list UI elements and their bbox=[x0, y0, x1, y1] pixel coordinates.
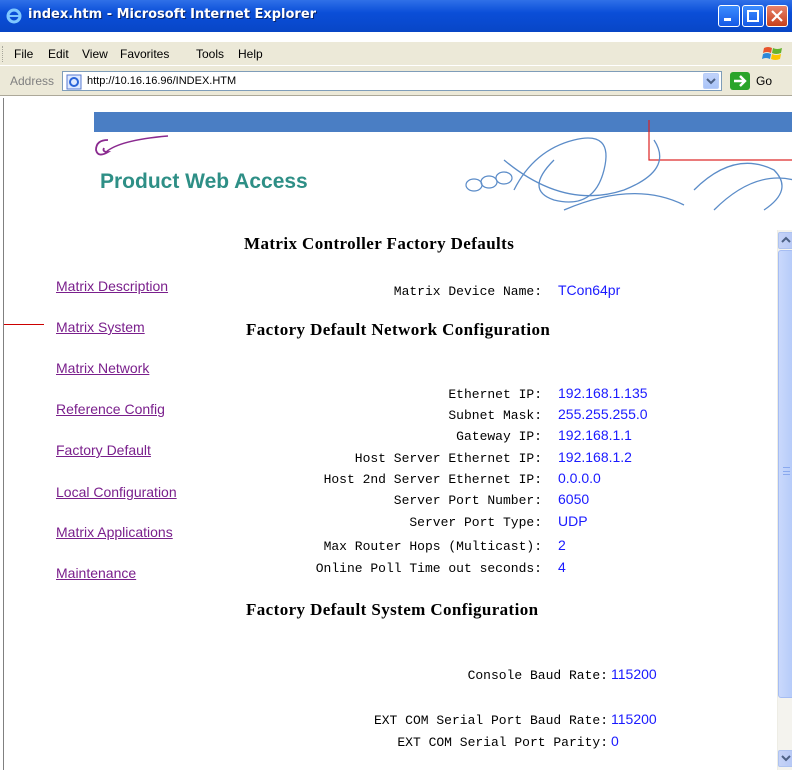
ethernet-ip-label: Ethernet IP: bbox=[448, 387, 542, 402]
max-router-hops-value: 2 bbox=[558, 537, 566, 553]
subnet-mask-label: Subnet Mask: bbox=[448, 408, 542, 423]
windows-logo-icon bbox=[762, 47, 782, 60]
scroll-down-button[interactable] bbox=[778, 750, 792, 767]
nav-link-maintenance[interactable]: Maintenance bbox=[56, 565, 136, 581]
menu-view[interactable]: View bbox=[82, 47, 108, 61]
host-2nd-server-ip-label: Host 2nd Server Ethernet IP: bbox=[323, 472, 542, 487]
nav-link-reference-config[interactable]: Reference Config bbox=[56, 401, 165, 417]
main-heading: Matrix Controller Factory Defaults bbox=[244, 234, 515, 253]
go-button[interactable] bbox=[730, 72, 750, 90]
gateway-ip-label: Gateway IP: bbox=[456, 429, 542, 444]
maximize-icon bbox=[747, 10, 759, 22]
nav-link-local-configuration[interactable]: Local Configuration bbox=[56, 484, 177, 500]
online-poll-timeout-label: Online Poll Time out seconds: bbox=[315, 561, 542, 576]
chevron-down-icon bbox=[781, 755, 791, 762]
address-label: Address bbox=[10, 74, 55, 88]
nav-link-matrix-description[interactable]: Matrix Description bbox=[56, 278, 168, 294]
console-baud-rate-label: Console Baud Rate: bbox=[467, 668, 608, 683]
menu-tools[interactable]: Tools bbox=[196, 47, 224, 61]
address-input[interactable]: http://10.16.16.96/INDEX.HTM bbox=[62, 71, 722, 91]
subnet-mask-value: 255.255.255.0 bbox=[558, 406, 648, 422]
ext-com-parity-label: EXT COM Serial Port Parity: bbox=[397, 735, 608, 750]
device-name-value: TCon64pr bbox=[558, 282, 621, 298]
nav-link-matrix-system[interactable]: Matrix System bbox=[56, 319, 145, 335]
address-url: http://10.16.16.96/INDEX.HTM bbox=[87, 75, 237, 87]
toolbar-grip[interactable] bbox=[2, 46, 5, 62]
close-icon bbox=[771, 10, 783, 22]
server-port-number-value: 6050 bbox=[558, 491, 590, 507]
nav-link-matrix-applications[interactable]: Matrix Applications bbox=[56, 524, 173, 540]
menu-help[interactable]: Help bbox=[238, 47, 263, 61]
chevron-up-icon bbox=[781, 236, 791, 243]
ext-com-parity-value: 0 bbox=[611, 733, 619, 749]
nav-link-factory-default[interactable]: Factory Default bbox=[56, 442, 151, 458]
gateway-ip-value: 192.168.1.1 bbox=[558, 427, 632, 443]
minimize-button[interactable] bbox=[718, 5, 740, 27]
host-server-ip-value: 192.168.1.2 bbox=[558, 449, 632, 465]
product-title: Product Web Access bbox=[100, 170, 308, 193]
scroll-up-button[interactable] bbox=[778, 232, 792, 249]
active-marker bbox=[4, 324, 44, 325]
device-name-label: Matrix Device Name: bbox=[393, 284, 542, 299]
vertical-scrollbar[interactable] bbox=[777, 230, 792, 770]
host-server-ip-label: Host Server Ethernet IP: bbox=[354, 451, 542, 466]
chevron-down-icon bbox=[706, 78, 716, 85]
maximize-button[interactable] bbox=[742, 5, 764, 27]
go-label[interactable]: Go bbox=[756, 74, 772, 88]
ext-com-baud-rate-label: EXT COM Serial Port Baud Rate: bbox=[373, 713, 608, 728]
close-button[interactable] bbox=[766, 5, 788, 27]
ethernet-ip-value: 192.168.1.135 bbox=[558, 385, 648, 401]
menu-favorites[interactable]: Favorites bbox=[120, 47, 169, 61]
online-poll-timeout-value: 4 bbox=[558, 559, 566, 575]
ie-page-icon bbox=[66, 74, 82, 90]
go-arrow-icon bbox=[734, 75, 747, 87]
server-port-number-label: Server Port Number: bbox=[393, 493, 542, 508]
nav-link-matrix-network[interactable]: Matrix Network bbox=[56, 360, 149, 376]
minimize-icon bbox=[724, 18, 731, 21]
console-baud-rate-value: 115200 bbox=[611, 666, 657, 682]
system-heading: Factory Default System Configuration bbox=[246, 600, 539, 619]
menu-edit[interactable]: Edit bbox=[48, 47, 69, 61]
ext-com-baud-rate-value: 115200 bbox=[611, 711, 657, 727]
menu-bar: File Edit View Favorites Tools Help bbox=[0, 42, 792, 66]
address-bar: Address http://10.16.16.96/INDEX.HTM Go bbox=[0, 66, 792, 96]
window-title: index.htm - Microsoft Internet Explorer bbox=[28, 7, 317, 22]
host-2nd-server-ip-value: 0.0.0.0 bbox=[558, 470, 601, 486]
max-router-hops-label: Max Router Hops (Multicast): bbox=[323, 539, 542, 554]
server-port-type-label: Server Port Type: bbox=[409, 515, 542, 530]
server-port-type-value: UDP bbox=[558, 513, 588, 529]
scrollbar-thumb[interactable] bbox=[778, 250, 792, 698]
grass-valley-logo bbox=[95, 135, 169, 156]
banner-graphic bbox=[465, 120, 792, 211]
page-viewport: Product Web Access Matrix Description Ma… bbox=[3, 98, 792, 770]
address-dropdown-button[interactable] bbox=[703, 73, 719, 89]
network-heading: Factory Default Network Configuration bbox=[246, 320, 551, 339]
ie-icon bbox=[6, 8, 22, 24]
menu-file[interactable]: File bbox=[14, 47, 33, 61]
title-bar[interactable]: index.htm - Microsoft Internet Explorer bbox=[0, 0, 792, 32]
thumb-grip bbox=[783, 467, 790, 475]
